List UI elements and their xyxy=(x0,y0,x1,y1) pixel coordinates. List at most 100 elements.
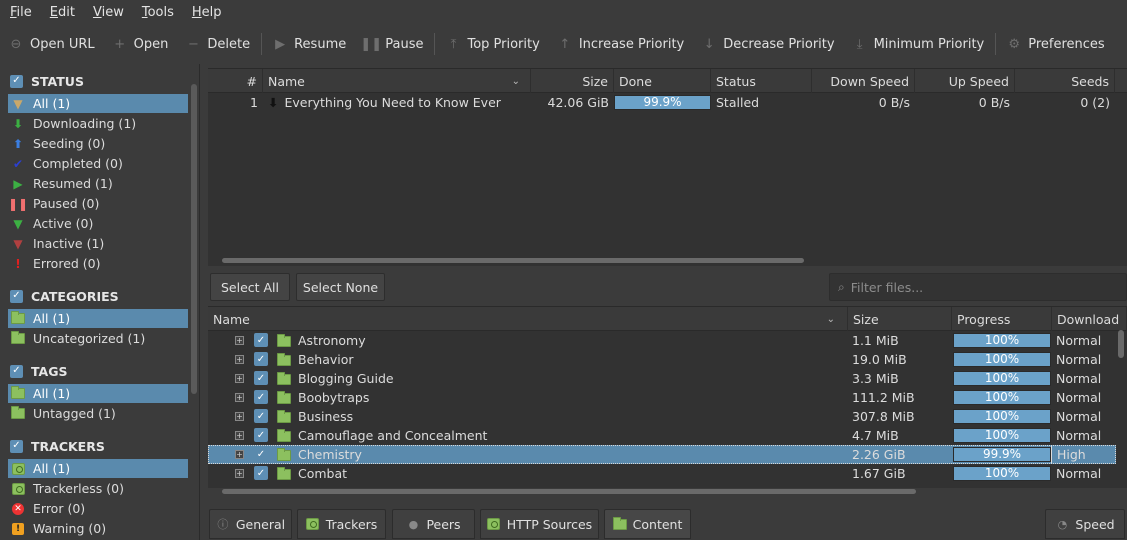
sidebar-tracker-warning[interactable]: ! Warning (0) xyxy=(8,519,188,538)
tags-section-header[interactable]: ✓ TAGS xyxy=(10,361,68,381)
delete-button[interactable]: − Delete xyxy=(177,24,259,64)
content-file-row[interactable]: + ✓ Behavior 19.0 MiB 100% Normal xyxy=(208,350,1116,369)
column-header-done[interactable]: Done xyxy=(614,69,711,93)
file-priority[interactable]: Normal xyxy=(1051,388,1121,407)
top-priority-button[interactable]: ⤒ Top Priority xyxy=(437,24,548,64)
file-checkbox[interactable]: ✓ xyxy=(254,333,268,347)
file-checkbox[interactable]: ✓ xyxy=(254,466,268,480)
file-priority[interactable]: Normal xyxy=(1051,407,1121,426)
sidebar-tag-all[interactable]: All (1) xyxy=(8,384,188,403)
content-hscrollbar[interactable] xyxy=(222,489,916,494)
sidebar-status-all[interactable]: ▼ All (1) xyxy=(8,94,188,113)
file-priority[interactable]: Normal xyxy=(1051,464,1121,483)
tab-content[interactable]: Content xyxy=(604,509,691,539)
expand-icon[interactable]: + xyxy=(235,374,244,383)
menu-tools[interactable]: Tools xyxy=(132,5,182,20)
preferences-button[interactable]: ⚙ Preferences xyxy=(998,24,1113,64)
sidebar-status-inactive[interactable]: ▼ Inactive (1) xyxy=(8,234,188,253)
file-checkbox[interactable]: ✓ xyxy=(254,352,268,366)
file-priority[interactable]: Normal xyxy=(1051,426,1121,445)
content-file-row[interactable]: + ✓ Astronomy 1.1 MiB 100% Normal xyxy=(208,331,1116,350)
expand-icon[interactable]: + xyxy=(235,431,244,440)
file-checkbox[interactable]: ✓ xyxy=(254,428,268,442)
column-header-download-priority[interactable]: Download xyxy=(1052,307,1127,331)
file-priority[interactable]: Normal xyxy=(1051,369,1121,388)
content-file-row[interactable]: + ✓ Boobytraps 111.2 MiB 100% Normal xyxy=(208,388,1116,407)
expand-icon[interactable]: + xyxy=(235,393,244,402)
content-file-row[interactable]: + ✓ Camouflage and Concealment 4.7 MiB 100% N… xyxy=(208,426,1116,445)
sidebar-status-completed[interactable]: ✔ Completed (0) xyxy=(8,154,188,173)
torrent-list-hscrollbar[interactable] xyxy=(222,258,804,263)
checkbox-icon[interactable]: ✓ xyxy=(10,439,23,453)
sidebar-status-errored[interactable]: ! Errored (0) xyxy=(8,254,188,273)
content-vscrollbar[interactable] xyxy=(1118,330,1124,358)
sidebar-tracker-all[interactable]: All (1) xyxy=(8,459,188,478)
content-file-row[interactable]: + ✓ Blogging Guide 3.3 MiB 100% Normal xyxy=(208,369,1116,388)
checkbox-icon[interactable]: ✓ xyxy=(10,364,23,378)
content-file-row[interactable]: + ✓ Combat 1.67 GiB 100% Normal xyxy=(208,464,1116,483)
expand-icon[interactable]: + xyxy=(235,450,244,459)
sidebar-category-all[interactable]: All (1) xyxy=(8,309,188,328)
sidebar-tracker-error[interactable]: ✕ Error (0) xyxy=(8,499,188,518)
select-all-button[interactable]: Select All xyxy=(210,273,290,301)
menu-edit[interactable]: Edit xyxy=(40,5,83,20)
checkbox-icon[interactable]: ✓ xyxy=(10,74,23,88)
menu-help[interactable]: Help xyxy=(182,5,230,20)
tab-trackers[interactable]: Trackers xyxy=(297,509,386,539)
file-priority[interactable]: Normal xyxy=(1051,350,1121,369)
pause-button[interactable]: ❚❚ Pause xyxy=(355,24,432,64)
column-header-number[interactable]: # xyxy=(208,69,263,93)
status-section-header[interactable]: ✓ STATUS xyxy=(10,71,84,91)
tab-http-sources[interactable]: HTTP Sources xyxy=(480,509,599,539)
tab-peers[interactable]: ● Peers xyxy=(392,509,475,539)
tab-general[interactable]: ⓘ General xyxy=(209,509,292,539)
categories-section-header[interactable]: ✓ CATEGORIES xyxy=(10,286,119,306)
filter-files-field[interactable]: ⌕ xyxy=(829,273,1127,301)
expand-icon[interactable]: + xyxy=(235,469,244,478)
file-checkbox[interactable]: ✓ xyxy=(254,390,268,404)
speed-button[interactable]: ◔ Speed xyxy=(1045,509,1125,539)
sidebar-item-label: Untagged (1) xyxy=(33,406,116,421)
sidebar-tracker-trackerless[interactable]: Trackerless (0) xyxy=(8,479,188,498)
resume-button[interactable]: ▶ Resume xyxy=(264,24,355,64)
menu-view[interactable]: View xyxy=(83,5,132,20)
open-url-button[interactable]: ⊖ Open URL xyxy=(0,24,104,64)
column-header-up-speed[interactable]: Up Speed xyxy=(915,69,1015,93)
sidebar-status-downloading[interactable]: ⬇ Downloading (1) xyxy=(8,114,188,133)
expand-icon[interactable]: + xyxy=(235,355,244,364)
increase-priority-button[interactable]: ↑ Increase Priority xyxy=(549,24,693,64)
file-priority[interactable]: High xyxy=(1051,445,1121,464)
file-checkbox[interactable]: ✓ xyxy=(254,371,268,385)
filter-files-input[interactable] xyxy=(850,279,1091,295)
sidebar-status-resumed[interactable]: ▶ Resumed (1) xyxy=(8,174,188,193)
trackers-section-header[interactable]: ✓ TRACKERS xyxy=(10,436,105,456)
column-header-progress[interactable]: Progress xyxy=(952,307,1052,331)
column-header-file-size[interactable]: Size xyxy=(848,307,952,331)
column-header-status[interactable]: Status xyxy=(711,69,812,93)
sidebar-status-active[interactable]: ▼ Active (0) xyxy=(8,214,188,233)
sidebar-tag-untagged[interactable]: Untagged (1) xyxy=(8,404,188,423)
decrease-priority-button[interactable]: ↓ Decrease Priority xyxy=(693,24,843,64)
sidebar-scrollbar[interactable] xyxy=(191,84,197,394)
expand-icon[interactable]: + xyxy=(235,412,244,421)
content-file-row[interactable]: + ✓ Business 307.8 MiB 100% Normal xyxy=(208,407,1116,426)
column-header-size[interactable]: Size xyxy=(531,69,614,93)
sidebar-status-paused[interactable]: ❚❚ Paused (0) xyxy=(8,194,188,213)
file-checkbox[interactable]: ✓ xyxy=(254,409,268,423)
column-header-file-name[interactable]: Name ⌄ xyxy=(208,307,848,331)
sidebar-status-seeding[interactable]: ⬆ Seeding (0) xyxy=(8,134,188,153)
column-header-name[interactable]: Name ⌄ xyxy=(263,69,531,93)
content-file-row[interactable]: + ✓ Chemistry 2.26 GiB 99.9% High xyxy=(208,445,1116,464)
expand-icon[interactable]: + xyxy=(235,336,244,345)
sidebar-category-uncategorized[interactable]: Uncategorized (1) xyxy=(8,329,188,348)
torrent-row[interactable]: 1 ⬇ Everything You Need to Know Ever 42.0… xyxy=(208,93,1127,112)
minimum-priority-button[interactable]: ⤓ Minimum Priority xyxy=(844,24,994,64)
menu-file[interactable]: File xyxy=(0,5,40,20)
file-checkbox[interactable]: ✓ xyxy=(254,447,268,461)
column-header-seeds[interactable]: Seeds xyxy=(1015,69,1115,93)
open-button[interactable]: + Open xyxy=(104,24,178,64)
select-none-button[interactable]: Select None xyxy=(296,273,385,301)
column-header-down-speed[interactable]: Down Speed xyxy=(812,69,915,93)
checkbox-icon[interactable]: ✓ xyxy=(10,289,23,303)
file-priority[interactable]: Normal xyxy=(1051,331,1121,350)
